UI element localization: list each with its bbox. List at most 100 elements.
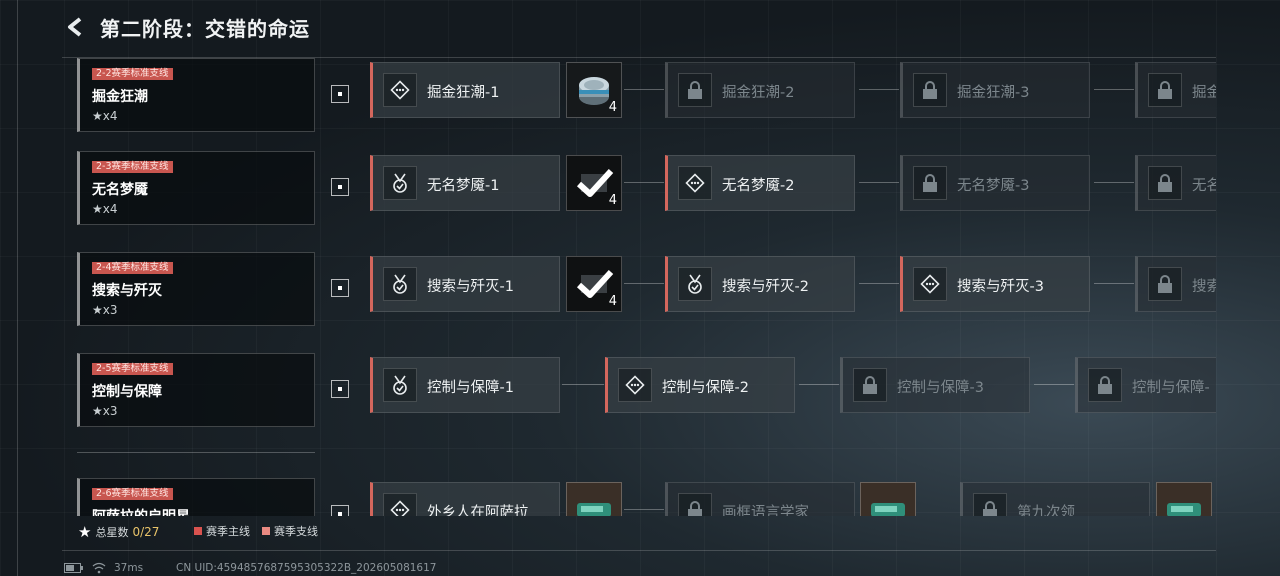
star-icon: ★ [78, 523, 92, 541]
chapter-tag: 2-4赛季标准支线 [92, 262, 173, 274]
mission-node-locked[interactable]: 无名梦魇-3 [900, 155, 1090, 211]
medal-check-icon [383, 166, 417, 200]
mission-node-locked[interactable]: 控制与保障-3 [840, 357, 1030, 413]
chapter-stars: ★x4 [92, 202, 118, 216]
medal-check-icon [383, 267, 417, 301]
diamond-dots-icon [913, 267, 947, 301]
mission-node[interactable]: 外乡人在阿萨拉 [370, 482, 560, 516]
mission-label: 控制与保障-2 [662, 380, 749, 396]
path-connector [562, 384, 604, 385]
mission-label: 控制与保障- [1132, 380, 1210, 396]
green-item-icon [871, 503, 905, 516]
star-count: x3 [102, 404, 118, 418]
path-connector [624, 283, 664, 284]
mission-label: 掘金狂潮-2 [722, 85, 795, 101]
mission-label: 无名梦魇-2 [722, 178, 795, 194]
expand-button[interactable] [331, 505, 349, 516]
mission-node[interactable]: 搜索与歼灭-1 [370, 256, 560, 312]
reward-slot[interactable] [860, 482, 916, 516]
chapter-row: 2-3赛季标准支线 无名梦魇 ★x4 无名梦魇-1 4 无名梦魇-2 无名梦魇-… [62, 151, 1216, 229]
mission-label: 控制与保障-3 [897, 380, 984, 396]
back-button[interactable] [62, 14, 88, 40]
lock-icon [1088, 368, 1122, 402]
lock-icon [973, 493, 1007, 516]
mission-label: 掘金 [1192, 85, 1216, 101]
back-arrow-icon [68, 17, 82, 37]
chapter-name: 阿萨拉的启明星 [92, 506, 190, 516]
total-value: 0/27 [132, 525, 160, 539]
legend-swatch [262, 527, 270, 535]
legend-label: 赛季主线 [206, 525, 250, 538]
mission-label: 第九次领 [1017, 505, 1075, 516]
chapter-list[interactable]: 2-2赛季标准支线 掘金狂潮 ★x4 掘金狂潮-1 4 掘金狂潮-2 掘金狂潮-… [62, 58, 1216, 516]
chapter-card[interactable]: 2-5赛季标准支线 控制与保障 ★x3 [77, 353, 315, 427]
expand-button[interactable] [331, 279, 349, 297]
chapter-card[interactable]: 2-4赛季标准支线 搜索与歼灭 ★x3 [77, 252, 315, 326]
diamond-dots-icon [383, 73, 417, 107]
mission-label: 无名 [1192, 178, 1216, 194]
mission-node-locked[interactable]: 第九次领 [960, 482, 1150, 516]
legend-side: 赛季支线 [262, 523, 318, 539]
total-label: 总星数 [95, 526, 129, 539]
chapter-card[interactable]: 2-2赛季标准支线 掘金狂潮 ★x4 [77, 58, 315, 132]
chapter-name: 搜索与歼灭 [92, 283, 162, 299]
path-connector [1094, 283, 1134, 284]
chapter-name: 无名梦魇 [92, 182, 148, 198]
green-item-icon [1167, 503, 1201, 516]
mission-node-locked[interactable]: 画框语言学家 [665, 482, 855, 516]
mission-node-locked[interactable]: 控制与保障- [1075, 357, 1216, 413]
reward-count: 4 [608, 294, 617, 309]
chapter-name: 掘金狂潮 [92, 89, 148, 105]
mission-node[interactable]: 掘金狂潮-1 [370, 62, 560, 118]
star-icon: ★ [92, 404, 103, 418]
chapter-card[interactable]: 2-6赛季标准支线 阿萨拉的启明星 [77, 478, 315, 516]
mission-node-locked[interactable]: 搜索 [1135, 256, 1216, 312]
chapter-name: 控制与保障 [92, 384, 162, 400]
dot-icon [338, 185, 342, 189]
mission-node[interactable]: 控制与保障-2 [605, 357, 795, 413]
chapter-tag: 2-2赛季标准支线 [92, 68, 173, 80]
reward-slot-claimed[interactable]: 4 [566, 155, 622, 211]
mission-node-locked[interactable]: 无名 [1135, 155, 1216, 211]
diamond-dots-icon [678, 166, 712, 200]
expand-button[interactable] [331, 380, 349, 398]
expand-button[interactable] [331, 85, 349, 103]
frame-left-line [17, 0, 18, 576]
medal-check-icon [678, 267, 712, 301]
mission-node-locked[interactable]: 掘金狂潮-3 [900, 62, 1090, 118]
mission-node[interactable]: 无名梦魇-2 [665, 155, 855, 211]
dot-icon [338, 92, 342, 96]
chapter-row: 2-4赛季标准支线 搜索与歼灭 ★x3 搜索与歼灭-1 4 搜索与歼灭-2 搜索… [62, 252, 1216, 330]
reward-slot[interactable]: 4 [566, 62, 622, 118]
expand-button[interactable] [331, 178, 349, 196]
mission-node[interactable]: 无名梦魇-1 [370, 155, 560, 211]
chapter-tag: 2-5赛季标准支线 [92, 363, 173, 375]
lock-icon [678, 73, 712, 107]
battery-icon [64, 563, 83, 573]
star-icon: ★ [92, 109, 103, 123]
mission-node[interactable]: 搜索与歼灭-3 [900, 256, 1090, 312]
reward-slot[interactable] [566, 482, 622, 516]
path-connector [859, 89, 899, 90]
mission-node[interactable]: 控制与保障-1 [370, 357, 560, 413]
chapter-stars: ★x3 [92, 303, 118, 317]
chapter-card[interactable]: 2-3赛季标准支线 无名梦魇 ★x4 [77, 151, 315, 225]
status-bar: 37ms [64, 562, 143, 574]
reward-slot-claimed[interactable]: 4 [566, 256, 622, 312]
footer: ★ 总星数 0/27 赛季主线 赛季支线 [62, 516, 1216, 546]
reward-slot[interactable] [1156, 482, 1212, 516]
ping-value: 37ms [114, 562, 144, 574]
mission-node-locked[interactable]: 掘金 [1135, 62, 1216, 118]
mission-node[interactable]: 搜索与歼灭-2 [665, 256, 855, 312]
lock-icon [678, 493, 712, 516]
lock-icon [853, 368, 887, 402]
path-connector [624, 182, 664, 183]
mission-node-locked[interactable]: 掘金狂潮-2 [665, 62, 855, 118]
chapter-stars: ★x4 [92, 109, 118, 123]
diamond-dots-icon [618, 368, 652, 402]
mission-label: 搜索 [1192, 279, 1216, 295]
legend-main: 赛季主线 [194, 523, 250, 539]
chapter-row: 2-6赛季标准支线 阿萨拉的启明星 外乡人在阿萨拉 画框语言学家 [62, 478, 1216, 516]
path-connector [859, 182, 899, 183]
mission-label: 掘金狂潮-1 [427, 85, 500, 101]
